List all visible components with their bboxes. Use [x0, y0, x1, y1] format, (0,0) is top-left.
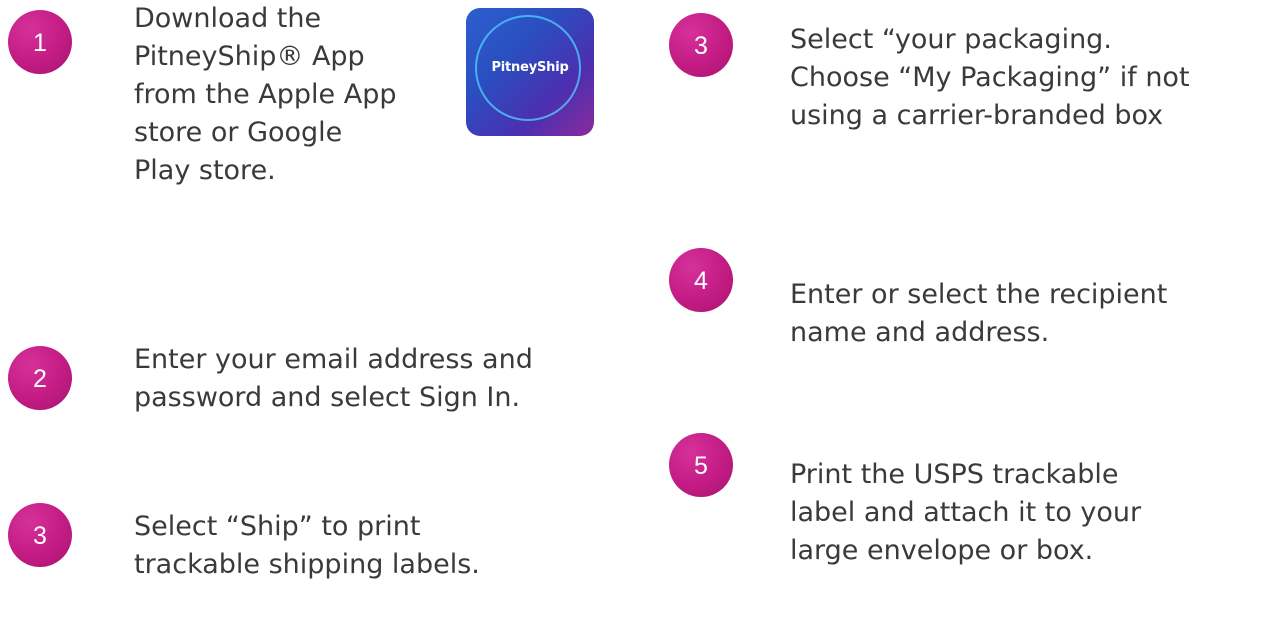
step-3-left-text: Select “Ship” to print trackable shippin… [134, 511, 480, 580]
step-1-number-badge: 1 [8, 10, 72, 74]
step-number: 1 [33, 28, 47, 57]
step-number: 3 [33, 521, 47, 550]
step-3-right-number-badge: 3 [669, 13, 733, 77]
app-icon-label: PitneyShip [491, 60, 569, 75]
step-5-number-badge: 5 [669, 433, 733, 497]
step-5-text: Print the USPS trackable label and attac… [790, 459, 1142, 566]
step-2-number-badge: 2 [8, 346, 72, 410]
step-1-text: Download the PitneyShip® App from the Ap… [134, 3, 397, 186]
step-number: 4 [694, 266, 708, 295]
step-4-number-badge: 4 [669, 248, 733, 312]
step-3-right-text: Select “your packaging. Choose “My Packa… [790, 24, 1190, 131]
step-number: 3 [694, 31, 708, 60]
step-2-text: Enter your email address and password an… [134, 344, 533, 413]
step-3-left-number-badge: 3 [8, 503, 72, 567]
pitneyship-app-icon: PitneyShip [466, 8, 594, 136]
step-4-text: Enter or select the recipient name and a… [790, 279, 1168, 348]
step-number: 5 [694, 451, 708, 480]
step-number: 2 [33, 364, 47, 393]
